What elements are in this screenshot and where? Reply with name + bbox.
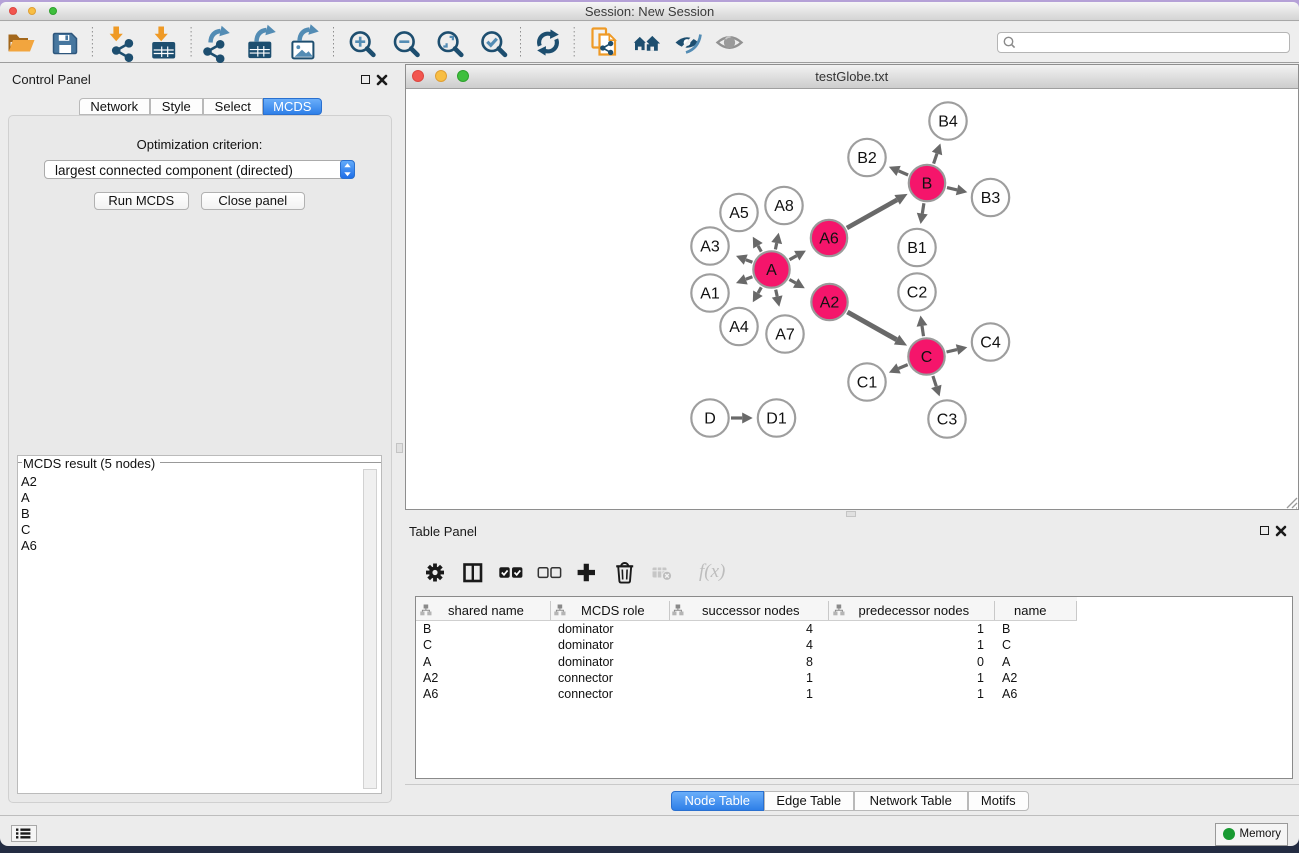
svg-text:A4: A4 bbox=[729, 319, 749, 336]
svg-text:D1: D1 bbox=[766, 410, 787, 427]
svg-text:A6: A6 bbox=[819, 230, 839, 247]
svg-text:B: B bbox=[922, 175, 933, 192]
svg-text:B4: B4 bbox=[938, 113, 958, 130]
svg-text:C1: C1 bbox=[857, 374, 878, 391]
svg-text:B1: B1 bbox=[907, 240, 927, 257]
svg-text:C: C bbox=[921, 349, 933, 366]
svg-text:B3: B3 bbox=[981, 190, 1001, 207]
svg-text:C2: C2 bbox=[907, 284, 928, 301]
svg-text:D: D bbox=[704, 410, 716, 427]
svg-text:A: A bbox=[766, 262, 777, 279]
svg-text:B2: B2 bbox=[857, 150, 877, 167]
svg-text:A5: A5 bbox=[729, 205, 749, 222]
svg-text:A2: A2 bbox=[820, 294, 840, 311]
svg-text:C3: C3 bbox=[937, 411, 958, 428]
svg-text:A3: A3 bbox=[700, 238, 720, 255]
svg-text:A8: A8 bbox=[774, 198, 794, 215]
svg-text:A1: A1 bbox=[700, 285, 720, 302]
svg-text:A7: A7 bbox=[775, 326, 795, 343]
svg-text:C4: C4 bbox=[980, 334, 1001, 351]
